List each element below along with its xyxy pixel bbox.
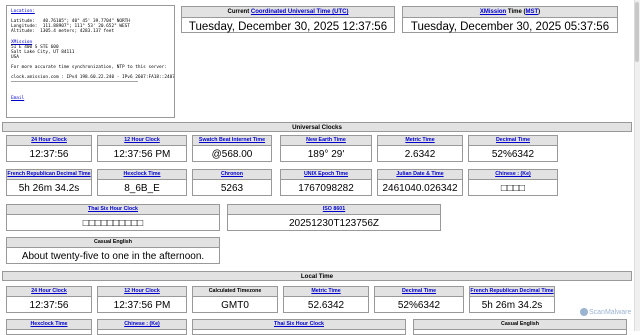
utc-label-prefix: Current: [227, 9, 251, 15]
clock-value: GMT0: [221, 300, 249, 311]
clock-value: 8_6B_E: [124, 183, 160, 194]
clock-label-link[interactable]: Thai Six Hour Clock: [274, 321, 324, 327]
clock-label-link[interactable]: Swatch Beat Internet Time: [199, 137, 265, 143]
clock-label-link[interactable]: ISO 8601: [323, 206, 345, 212]
clock-label-link[interactable]: Hexclock Time: [30, 321, 67, 327]
clock-value: @568.00: [211, 149, 253, 160]
clock-value: 2.6342: [404, 149, 436, 160]
local-thai-six-hour-clock: Thai Six Hour Clock: [192, 319, 406, 335]
universal-chinese-ke: Chinese : (Ke) □□□□: [468, 169, 558, 196]
clock-label-link[interactable]: Metric Time: [311, 288, 340, 294]
mst-time-box: XMission Time (MST) Tuesday, December 30…: [402, 6, 618, 33]
clock-label-link[interactable]: 12 Hour Clock: [124, 288, 160, 294]
local-12-hour-clock: 12 Hour Clock 12:37:56 PM: [97, 286, 187, 313]
clock-label-link[interactable]: Metric Time: [405, 137, 434, 143]
universal-metric-time: Metric Time 2.6342: [377, 135, 463, 162]
address-line-3: USA: [11, 54, 19, 60]
clock-value: 5h 26m 34.2s: [481, 300, 543, 311]
clock-value: □□□□□□□□□□: [82, 218, 144, 229]
clock-value: 52.6342: [307, 300, 345, 311]
clock-label-link[interactable]: New Earth Time: [306, 137, 346, 143]
utc-time-header: Current Coordinated Universal Time (UTC): [182, 7, 394, 18]
universal-24-hour-clock: 24 Hour Clock 12:37:56: [6, 135, 92, 162]
clock-label-link[interactable]: Chronon: [221, 171, 243, 177]
clock-label-link[interactable]: Chinese : (Ke): [124, 321, 160, 327]
local-calculated-timezone: Calculated Timezone GMT0: [192, 286, 278, 313]
local-decimal-time: Decimal Time 52%6342: [374, 286, 464, 313]
clock-label-link[interactable]: Chinese : (Ke): [495, 171, 531, 177]
universal-clocks-header: Universal Clocks: [2, 122, 632, 132]
clock-value: 12:37:56 PM: [113, 300, 171, 311]
clock-label-link[interactable]: 24 Hour Clock: [31, 288, 67, 294]
universal-iso-8601: ISO 8601 20251230T123756Z: [227, 204, 441, 231]
clock-value: 5263: [220, 183, 244, 194]
clock-label-link[interactable]: Julian Date & Time: [396, 171, 443, 177]
clock-value: 52%6342: [397, 300, 441, 311]
clock-value: 20251230T123756Z: [288, 218, 380, 229]
local-metric-time: Metric Time 52.6342: [283, 286, 369, 313]
clock-value: 1767098282: [298, 183, 354, 194]
mst-time-value: Tuesday, December 30, 2025 05:37:56: [410, 21, 610, 33]
mst-label-mid: Time (: [506, 9, 526, 15]
mst-time-header: XMission Time (MST): [403, 7, 617, 18]
mst-link[interactable]: MST: [525, 9, 538, 15]
clock-label: Calculated Timezone: [193, 287, 277, 297]
mst-label-suffix: ): [538, 9, 541, 15]
scanmalware-watermark: ScanMalware: [580, 308, 634, 322]
ntp-text: For more accurate time synchronization, …: [11, 65, 167, 71]
universal-hexclock-time: Hexclock Time 8_6B_E: [97, 169, 187, 196]
universal-julian-date: Julian Date & Time 2461040.026342: [377, 169, 463, 196]
clock-label-link[interactable]: Decimal Time: [402, 288, 436, 294]
clock-value: 189° 29': [307, 149, 345, 160]
local-french-republican-time: French Republican Decimal Time 5h 26m 34…: [469, 286, 555, 313]
universal-decimal-time: Decimal Time 52%6342: [468, 135, 558, 162]
location-info-panel: Location: Latitude: 40.76105°; 40° 45' 3…: [6, 5, 175, 118]
clock-label-link[interactable]: Decimal Time: [496, 137, 530, 143]
universal-casual-english: Casual English About twenty-five to one …: [6, 237, 220, 264]
local-chinese-ke: Chinese : (Ke): [97, 319, 187, 335]
xmission-time-link[interactable]: XMission: [480, 9, 506, 15]
clock-label-link[interactable]: French Republican Decimal Time: [7, 171, 90, 177]
clock-label-link[interactable]: 24 Hour Clock: [31, 137, 67, 143]
clock-value: 12:37:56 PM: [113, 149, 171, 160]
clock-value: 5h 26m 34.2s: [18, 183, 80, 194]
clock-label-link[interactable]: Hexclock Time: [123, 171, 160, 177]
scrollbar-thumb[interactable]: [635, 2, 639, 62]
clock-value: □□□□: [500, 183, 526, 194]
clock-label-link[interactable]: French Republican Decimal Time: [470, 288, 553, 294]
utc-time-box: Current Coordinated Universal Time (UTC)…: [181, 6, 395, 33]
universal-chronon: Chronon 5263: [192, 169, 272, 196]
clock-value: 2461040.026342: [382, 183, 458, 194]
local-time-header: Local Time: [2, 271, 632, 281]
email-link[interactable]: Email: [11, 96, 24, 101]
universal-12-hour-clock: 12 Hour Clock 12:37:56 PM: [97, 135, 187, 162]
clock-label-link[interactable]: UNIX Epoch Time: [304, 171, 348, 177]
watermark-text: ScanMalware: [589, 308, 632, 316]
utc-link[interactable]: Coordinated Universal Time (UTC): [251, 9, 349, 15]
universal-unix-epoch-time: UNIX Epoch Time 1767098282: [280, 169, 372, 196]
utc-time-value: Tuesday, December 30, 2025 12:37:56: [188, 21, 388, 33]
clock-label-link[interactable]: 12 Hour Clock: [124, 137, 160, 143]
clock-value: 12:37:56: [29, 300, 69, 311]
universal-french-republican-time: French Republican Decimal Time 5h 26m 34…: [6, 169, 92, 196]
clock-label: Casual English: [7, 238, 219, 248]
address-line-2: Salt Lake City, UT 84111: [11, 49, 75, 55]
universal-new-earth-time: New Earth Time 189° 29': [280, 135, 372, 162]
local-hexclock-time: Hexclock Time: [6, 319, 92, 335]
clock-value: 12:37:56: [29, 149, 69, 160]
clock-value: About twenty-five to one in the afternoo…: [21, 251, 205, 262]
location-link[interactable]: Location:: [11, 9, 35, 14]
clock-value: 52%6342: [491, 149, 535, 160]
universal-swatch-beat: Swatch Beat Internet Time @568.00: [192, 135, 272, 162]
universal-thai-six-hour-clock: Thai Six Hour Clock □□□□□□□□□□: [6, 204, 220, 231]
local-24-hour-clock: 24 Hour Clock 12:37:56: [6, 286, 92, 313]
clock-label-link[interactable]: Thai Six Hour Clock: [88, 206, 138, 212]
altitude-text: Altitude: 1305.4 meters; 4283.137 feet: [11, 29, 115, 35]
shield-icon: [580, 308, 588, 316]
divider: ────────────────────────────────────────…: [11, 80, 138, 86]
